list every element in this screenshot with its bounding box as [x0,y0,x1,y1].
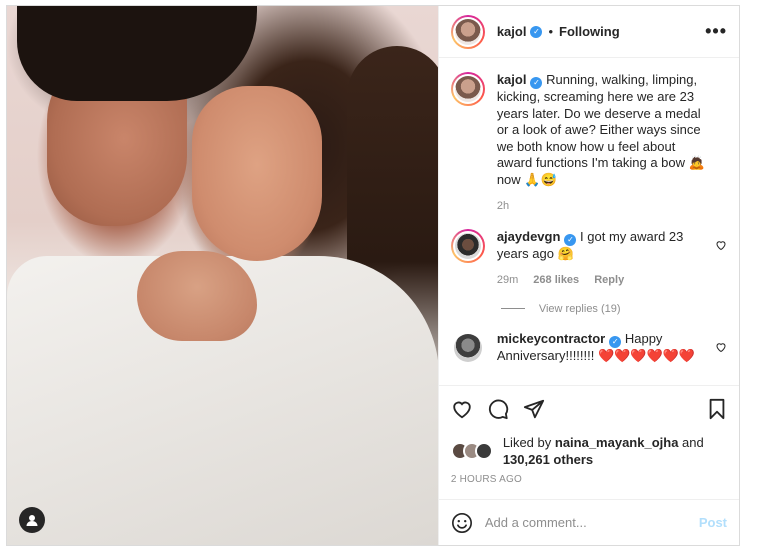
likes-and: and [678,435,704,450]
photo-hair-man [17,6,257,101]
post-comment-button[interactable]: Post [699,515,727,530]
photo-face-woman [192,86,322,261]
view-replies-button[interactable]: View replies (19) [500,302,727,315]
post-photo[interactable] [7,6,438,545]
photo-hand [137,251,257,341]
comment: mickeycontractor ✓ Happy Anniversary!!!!!… [451,331,727,365]
comments-list[interactable]: kajol ✓ Running, walking, limping, kickin… [439,58,739,385]
caption-username[interactable]: kajol [497,72,527,87]
author-username[interactable]: kajol [497,24,527,39]
comment-username[interactable]: ajaydevgn [497,229,561,244]
post-timestamp[interactable]: 2 HOURS AGO [451,474,727,485]
save-bookmark-icon[interactable] [707,398,727,420]
liker-avatars[interactable] [450,442,501,460]
tagged-user-icon[interactable] [19,507,45,533]
like-heart-icon[interactable] [451,398,473,420]
post-sidebar: kajol ✓ • Following ••• kajol ✓ Running, … [437,6,739,545]
post-actions: Liked by naina_mayank_ojha and 130,261 o… [438,385,739,485]
likes-others[interactable]: 130,261 others [503,452,593,467]
caption: kajol ✓ Running, walking, limping, kickin… [450,72,727,215]
comment-likes[interactable]: 268 likes [533,274,579,286]
caption-text: Running, walking, limping, kicking, scre… [496,72,705,187]
separator-dot: • [548,24,554,39]
caption-avatar[interactable] [450,72,485,106]
more-options-icon[interactable]: ••• [705,21,727,42]
like-comment-heart-icon[interactable] [715,341,727,353]
emoji-icon[interactable] [451,512,473,534]
following-button[interactable]: Following [559,24,620,39]
comment-username[interactable]: mickeycontractor [497,331,605,346]
share-icon[interactable] [523,398,545,420]
view-replies-line [500,308,525,309]
verified-icon: ✓ [530,25,543,38]
likes-prefix: Liked by [502,435,555,450]
comment-avatar[interactable] [451,331,485,365]
like-comment-heart-icon[interactable] [715,239,727,251]
verified-icon: ✓ [530,77,543,89]
reply-button[interactable]: Reply [594,274,624,286]
comment-avatar[interactable] [450,228,485,263]
likes-summary: Liked by naina_mayank_ojha and 130,261 o… [450,434,727,468]
verified-icon: ✓ [609,335,622,348]
post-header: kajol ✓ • Following ••• [438,6,739,58]
verified-icon: ✓ [564,233,577,246]
author-avatar[interactable] [450,14,485,49]
liker-username[interactable]: naina_mayank_ojha [555,435,679,450]
comment-input[interactable] [484,515,699,530]
add-comment-bar: Post [438,499,739,545]
comment-time[interactable]: 29m [497,274,518,286]
comment: ajaydevgn ✓ I got my award 23 years ago 🤗… [450,228,727,289]
post-modal: kajol ✓ • Following ••• kajol ✓ Running, … [6,5,740,546]
view-replies-label: View replies (19) [538,302,621,315]
caption-time[interactable]: 2h [497,200,509,212]
comment-icon[interactable] [487,398,509,420]
